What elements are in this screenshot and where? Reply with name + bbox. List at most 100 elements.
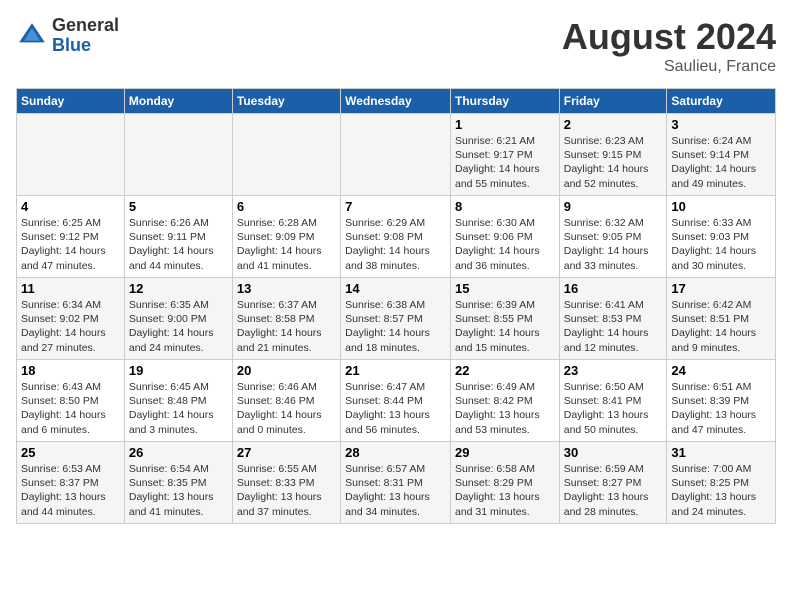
calendar-cell: 20 Sunrise: 6:46 AM Sunset: 8:46 PM Dayli… [232, 360, 340, 442]
calendar-cell: 11 Sunrise: 6:34 AM Sunset: 9:02 PM Dayli… [17, 278, 125, 360]
day-info: Sunrise: 6:28 AM Sunset: 9:09 PM Dayligh… [237, 216, 336, 273]
day-info: Sunrise: 6:43 AM Sunset: 8:50 PM Dayligh… [21, 380, 120, 437]
day-number: 1 [455, 117, 555, 132]
day-number: 27 [237, 445, 336, 460]
calendar-cell [17, 114, 125, 196]
calendar-cell: 12 Sunrise: 6:35 AM Sunset: 9:00 PM Dayli… [124, 278, 232, 360]
day-number: 29 [455, 445, 555, 460]
calendar-cell: 22 Sunrise: 6:49 AM Sunset: 8:42 PM Dayli… [450, 360, 559, 442]
calendar-cell: 3 Sunrise: 6:24 AM Sunset: 9:14 PM Daylig… [667, 114, 776, 196]
day-number: 20 [237, 363, 336, 378]
calendar-cell: 23Sunrise: 6:50 AM Sunset: 8:41 PM Dayli… [559, 360, 667, 442]
day-header-tuesday: Tuesday [232, 89, 340, 114]
calendar-cell: 10Sunrise: 6:33 AM Sunset: 9:03 PM Dayli… [667, 196, 776, 278]
day-info: Sunrise: 6:55 AM Sunset: 8:33 PM Dayligh… [237, 462, 336, 519]
page-header: General Blue August 2024 Saulieu, France [16, 16, 776, 76]
calendar-cell [341, 114, 451, 196]
calendar-cell [232, 114, 340, 196]
day-info: Sunrise: 6:21 AM Sunset: 9:17 PM Dayligh… [455, 134, 555, 191]
calendar-cell [124, 114, 232, 196]
week-row-4: 18Sunrise: 6:43 AM Sunset: 8:50 PM Dayli… [17, 360, 776, 442]
calendar-cell: 1 Sunrise: 6:21 AM Sunset: 9:17 PM Daylig… [450, 114, 559, 196]
day-info: Sunrise: 6:47 AM Sunset: 8:44 PM Dayligh… [345, 380, 446, 437]
day-number: 5 [129, 199, 228, 214]
calendar-cell: 28 Sunrise: 6:57 AM Sunset: 8:31 PM Dayli… [341, 442, 451, 524]
day-info: Sunrise: 6:24 AM Sunset: 9:14 PM Dayligh… [671, 134, 771, 191]
day-info: Sunrise: 6:33 AM Sunset: 9:03 PM Dayligh… [671, 216, 771, 273]
calendar-table: SundayMondayTuesdayWednesdayThursdayFrid… [16, 88, 776, 524]
month-year-title: August 2024 [562, 16, 776, 58]
day-info: Sunrise: 6:49 AM Sunset: 8:42 PM Dayligh… [455, 380, 555, 437]
day-info: Sunrise: 6:41 AM Sunset: 8:53 PM Dayligh… [564, 298, 663, 355]
day-info: Sunrise: 7:00 AM Sunset: 8:25 PM Dayligh… [671, 462, 771, 519]
day-info: Sunrise: 6:37 AM Sunset: 8:58 PM Dayligh… [237, 298, 336, 355]
day-info: Sunrise: 6:51 AM Sunset: 8:39 PM Dayligh… [671, 380, 771, 437]
day-number: 19 [129, 363, 228, 378]
day-header-thursday: Thursday [450, 89, 559, 114]
day-number: 17 [671, 281, 771, 296]
day-info: Sunrise: 6:26 AM Sunset: 9:11 PM Dayligh… [129, 216, 228, 273]
day-number: 3 [671, 117, 771, 132]
day-info: Sunrise: 6:25 AM Sunset: 9:12 PM Dayligh… [21, 216, 120, 273]
calendar-cell: 16 Sunrise: 6:41 AM Sunset: 8:53 PM Dayli… [559, 278, 667, 360]
calendar-cell: 8Sunrise: 6:30 AM Sunset: 9:06 PM Daylig… [450, 196, 559, 278]
day-number: 22 [455, 363, 555, 378]
logo-general-text: General [52, 16, 119, 36]
day-number: 4 [21, 199, 120, 214]
day-info: Sunrise: 6:38 AM Sunset: 8:57 PM Dayligh… [345, 298, 446, 355]
day-number: 30 [564, 445, 663, 460]
calendar-cell: 7 Sunrise: 6:29 AM Sunset: 9:08 PM Daylig… [341, 196, 451, 278]
day-number: 2 [564, 117, 663, 132]
day-header-wednesday: Wednesday [341, 89, 451, 114]
week-row-2: 4 Sunrise: 6:25 AM Sunset: 9:12 PM Daylig… [17, 196, 776, 278]
day-info: Sunrise: 6:50 AM Sunset: 8:41 PM Dayligh… [564, 380, 663, 437]
calendar-cell: 29 Sunrise: 6:58 AM Sunset: 8:29 PM Dayli… [450, 442, 559, 524]
day-info: Sunrise: 6:59 AM Sunset: 8:27 PM Dayligh… [564, 462, 663, 519]
logo: General Blue [16, 16, 119, 56]
calendar-cell: 26Sunrise: 6:54 AM Sunset: 8:35 PM Dayli… [124, 442, 232, 524]
day-number: 25 [21, 445, 120, 460]
day-number: 7 [345, 199, 446, 214]
calendar-cell: 30 Sunrise: 6:59 AM Sunset: 8:27 PM Dayli… [559, 442, 667, 524]
calendar-cell: 13Sunrise: 6:37 AM Sunset: 8:58 PM Dayli… [232, 278, 340, 360]
calendar-cell: 19 Sunrise: 6:45 AM Sunset: 8:48 PM Dayli… [124, 360, 232, 442]
day-number: 12 [129, 281, 228, 296]
day-info: Sunrise: 6:29 AM Sunset: 9:08 PM Dayligh… [345, 216, 446, 273]
day-number: 16 [564, 281, 663, 296]
day-header-sunday: Sunday [17, 89, 125, 114]
day-number: 6 [237, 199, 336, 214]
week-row-1: 1 Sunrise: 6:21 AM Sunset: 9:17 PM Daylig… [17, 114, 776, 196]
day-info: Sunrise: 6:57 AM Sunset: 8:31 PM Dayligh… [345, 462, 446, 519]
day-number: 11 [21, 281, 120, 296]
calendar-cell: 24Sunrise: 6:51 AM Sunset: 8:39 PM Dayli… [667, 360, 776, 442]
calendar-cell: 14Sunrise: 6:38 AM Sunset: 8:57 PM Dayli… [341, 278, 451, 360]
day-info: Sunrise: 6:23 AM Sunset: 9:15 PM Dayligh… [564, 134, 663, 191]
logo-text: General Blue [52, 16, 119, 56]
calendar-cell: 2 Sunrise: 6:23 AM Sunset: 9:15 PM Daylig… [559, 114, 667, 196]
day-info: Sunrise: 6:42 AM Sunset: 8:51 PM Dayligh… [671, 298, 771, 355]
calendar-cell: 31 Sunrise: 7:00 AM Sunset: 8:25 PM Dayli… [667, 442, 776, 524]
day-header-monday: Monday [124, 89, 232, 114]
day-info: Sunrise: 6:54 AM Sunset: 8:35 PM Dayligh… [129, 462, 228, 519]
calendar-cell: 21Sunrise: 6:47 AM Sunset: 8:44 PM Dayli… [341, 360, 451, 442]
day-number: 9 [564, 199, 663, 214]
day-number: 28 [345, 445, 446, 460]
day-number: 31 [671, 445, 771, 460]
day-info: Sunrise: 6:30 AM Sunset: 9:06 PM Dayligh… [455, 216, 555, 273]
day-info: Sunrise: 6:34 AM Sunset: 9:02 PM Dayligh… [21, 298, 120, 355]
day-info: Sunrise: 6:58 AM Sunset: 8:29 PM Dayligh… [455, 462, 555, 519]
day-info: Sunrise: 6:35 AM Sunset: 9:00 PM Dayligh… [129, 298, 228, 355]
day-info: Sunrise: 6:45 AM Sunset: 8:48 PM Dayligh… [129, 380, 228, 437]
calendar-cell: 4 Sunrise: 6:25 AM Sunset: 9:12 PM Daylig… [17, 196, 125, 278]
day-info: Sunrise: 6:53 AM Sunset: 8:37 PM Dayligh… [21, 462, 120, 519]
days-header-row: SundayMondayTuesdayWednesdayThursdayFrid… [17, 89, 776, 114]
day-header-saturday: Saturday [667, 89, 776, 114]
logo-blue-text: Blue [52, 36, 119, 56]
day-info: Sunrise: 6:39 AM Sunset: 8:55 PM Dayligh… [455, 298, 555, 355]
calendar-cell: 27 Sunrise: 6:55 AM Sunset: 8:33 PM Dayli… [232, 442, 340, 524]
week-row-5: 25 Sunrise: 6:53 AM Sunset: 8:37 PM Dayli… [17, 442, 776, 524]
day-info: Sunrise: 6:46 AM Sunset: 8:46 PM Dayligh… [237, 380, 336, 437]
day-info: Sunrise: 6:32 AM Sunset: 9:05 PM Dayligh… [564, 216, 663, 273]
week-row-3: 11 Sunrise: 6:34 AM Sunset: 9:02 PM Dayli… [17, 278, 776, 360]
calendar-cell: 15Sunrise: 6:39 AM Sunset: 8:55 PM Dayli… [450, 278, 559, 360]
